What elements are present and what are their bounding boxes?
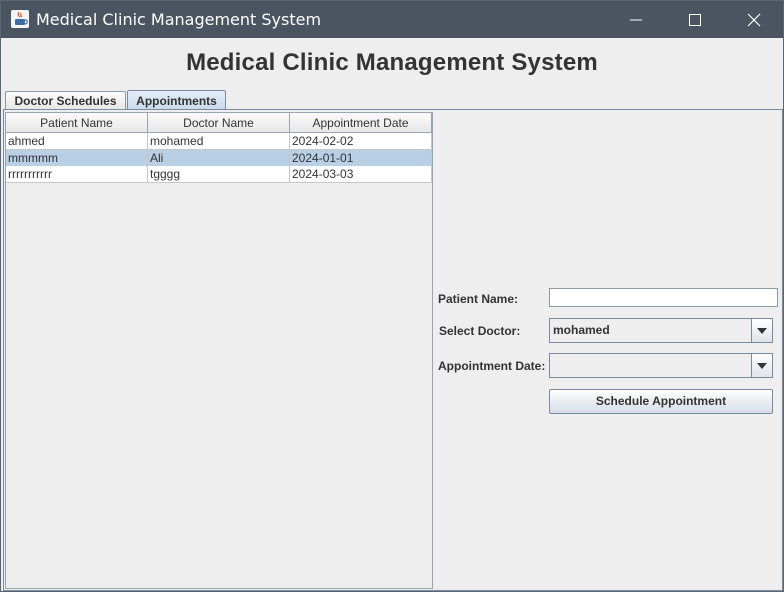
chevron-down-icon (757, 363, 767, 369)
appointment-date-label: Appointment Date: (438, 359, 546, 373)
patient-name-label: Patient Name: (438, 292, 519, 306)
table-row[interactable]: rrrrrrrrrrr tgggg 2024-03-03 (6, 166, 432, 183)
appointments-table[interactable]: Patient Name Doctor Name Appointment Dat… (5, 112, 433, 589)
doctor-dropdown[interactable]: mohamed (549, 318, 773, 343)
cell-appointment-date: 2024-01-01 (290, 150, 432, 166)
java-app-icon (11, 10, 29, 28)
doctor-dropdown-value: mohamed (553, 323, 610, 337)
cell-appointment-date: 2024-03-03 (290, 166, 432, 182)
app-window: Medical Clinic Management System Medical… (0, 0, 784, 592)
maximize-icon (689, 14, 701, 26)
cell-doctor-name: Ali (148, 150, 290, 166)
title-bar[interactable]: Medical Clinic Management System (1, 1, 783, 38)
appointments-panel: Patient Name Doctor Name Appointment Dat… (3, 109, 783, 591)
column-header-doctor-name[interactable]: Doctor Name (148, 113, 290, 132)
maximize-button[interactable] (666, 1, 724, 38)
column-header-patient-name[interactable]: Patient Name (6, 113, 148, 132)
minimize-icon (630, 19, 642, 21)
table-row[interactable]: ahmed mohamed 2024-02-02 (6, 133, 432, 150)
column-header-appointment-date[interactable]: Appointment Date (290, 113, 432, 132)
table-row-selected[interactable]: mmmmm Ali 2024-01-01 (6, 150, 432, 167)
main-content: Medical Clinic Management System Doctor … (1, 38, 783, 591)
chevron-down-icon (757, 328, 767, 334)
window-title: Medical Clinic Management System (36, 10, 322, 29)
close-icon (747, 13, 761, 27)
cell-patient-name: mmmmm (6, 150, 148, 166)
appointment-date-dropdown[interactable] (549, 353, 773, 378)
appointment-date-arrow[interactable] (751, 354, 772, 377)
tab-doctor-schedules[interactable]: Doctor Schedules (5, 91, 126, 110)
table-header: Patient Name Doctor Name Appointment Dat… (6, 113, 432, 133)
patient-name-input[interactable] (549, 288, 778, 307)
tab-appointments[interactable]: Appointments (127, 90, 226, 111)
select-doctor-label: Select Doctor: (439, 324, 521, 338)
page-title: Medical Clinic Management System (186, 49, 598, 76)
minimize-button[interactable] (607, 1, 665, 38)
cell-doctor-name: tgggg (148, 166, 290, 182)
cell-appointment-date: 2024-02-02 (290, 133, 432, 149)
doctor-dropdown-arrow[interactable] (751, 319, 772, 342)
cell-doctor-name: mohamed (148, 133, 290, 149)
schedule-appointment-button[interactable]: Schedule Appointment (549, 389, 773, 414)
close-button[interactable] (725, 1, 783, 38)
cell-patient-name: rrrrrrrrrrr (6, 166, 148, 182)
cell-patient-name: ahmed (6, 133, 148, 149)
